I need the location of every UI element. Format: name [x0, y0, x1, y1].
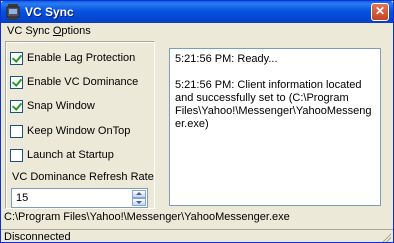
vc-dominance-label: Enable VC Dominance [27, 76, 139, 88]
menu-mnemonic: O [52, 25, 62, 37]
refresh-rate-label: VC Dominance Refresh Rate [12, 171, 154, 183]
refresh-rate-stepper[interactable]: 15 [11, 188, 148, 208]
menu-label: VC Sync Options [7, 25, 91, 37]
log-line: 5:21:56 PM: Ready... [175, 53, 278, 65]
window-title: VC Sync [25, 5, 74, 19]
keep-ontop-checkbox[interactable] [10, 124, 23, 138]
status-bar: Disconnected [1, 229, 393, 243]
resize-grip-icon[interactable] [380, 231, 391, 242]
snap-window-label: Snap Window [27, 100, 95, 112]
stepper-buttons [132, 190, 146, 206]
launch-startup-label: Launch at Startup [27, 149, 114, 161]
app-icon [6, 4, 20, 20]
stepper-up-icon[interactable] [132, 190, 146, 198]
option-snap-window[interactable]: Snap Window [10, 98, 95, 114]
client-path: C:\Program Files\Yahoo!\Messenger\YahooM… [4, 211, 290, 223]
option-launch-startup[interactable]: Launch at Startup [10, 147, 114, 163]
close-button[interactable]: ✕ [371, 3, 389, 21]
lag-protection-checkbox[interactable] [10, 51, 23, 65]
lag-protection-label: Enable Lag Protection [27, 52, 136, 64]
refresh-rate-value[interactable]: 15 [16, 192, 28, 204]
title-bar[interactable]: VC Sync ✕ [1, 1, 393, 23]
log-box[interactable]: 5:21:56 PM: Ready... 5:21:56 PM: Client … [169, 48, 381, 206]
option-lag-protection[interactable]: Enable Lag Protection [10, 50, 135, 66]
menu-bar: VC Sync Options [1, 23, 393, 41]
vc-dominance-checkbox[interactable] [10, 75, 23, 89]
log-line: 5:21:56 PM: Client information located a… [175, 79, 372, 130]
keep-ontop-label: Keep Window OnTop [27, 125, 131, 137]
stepper-down-icon[interactable] [132, 198, 146, 206]
snap-window-checkbox[interactable] [10, 99, 23, 113]
option-vc-dominance[interactable]: Enable VC Dominance [10, 74, 138, 90]
connection-status: Disconnected [4, 231, 71, 243]
menu-vc-sync-options[interactable]: VC Sync Options [7, 25, 91, 37]
vc-sync-window: VC Sync ✕ VC Sync Options Enable Lag Pro… [0, 0, 394, 243]
options-panel: Enable Lag Protection Enable VC Dominanc… [5, 41, 155, 209]
launch-startup-checkbox[interactable] [10, 148, 23, 162]
option-keep-ontop[interactable]: Keep Window OnTop [10, 123, 130, 139]
